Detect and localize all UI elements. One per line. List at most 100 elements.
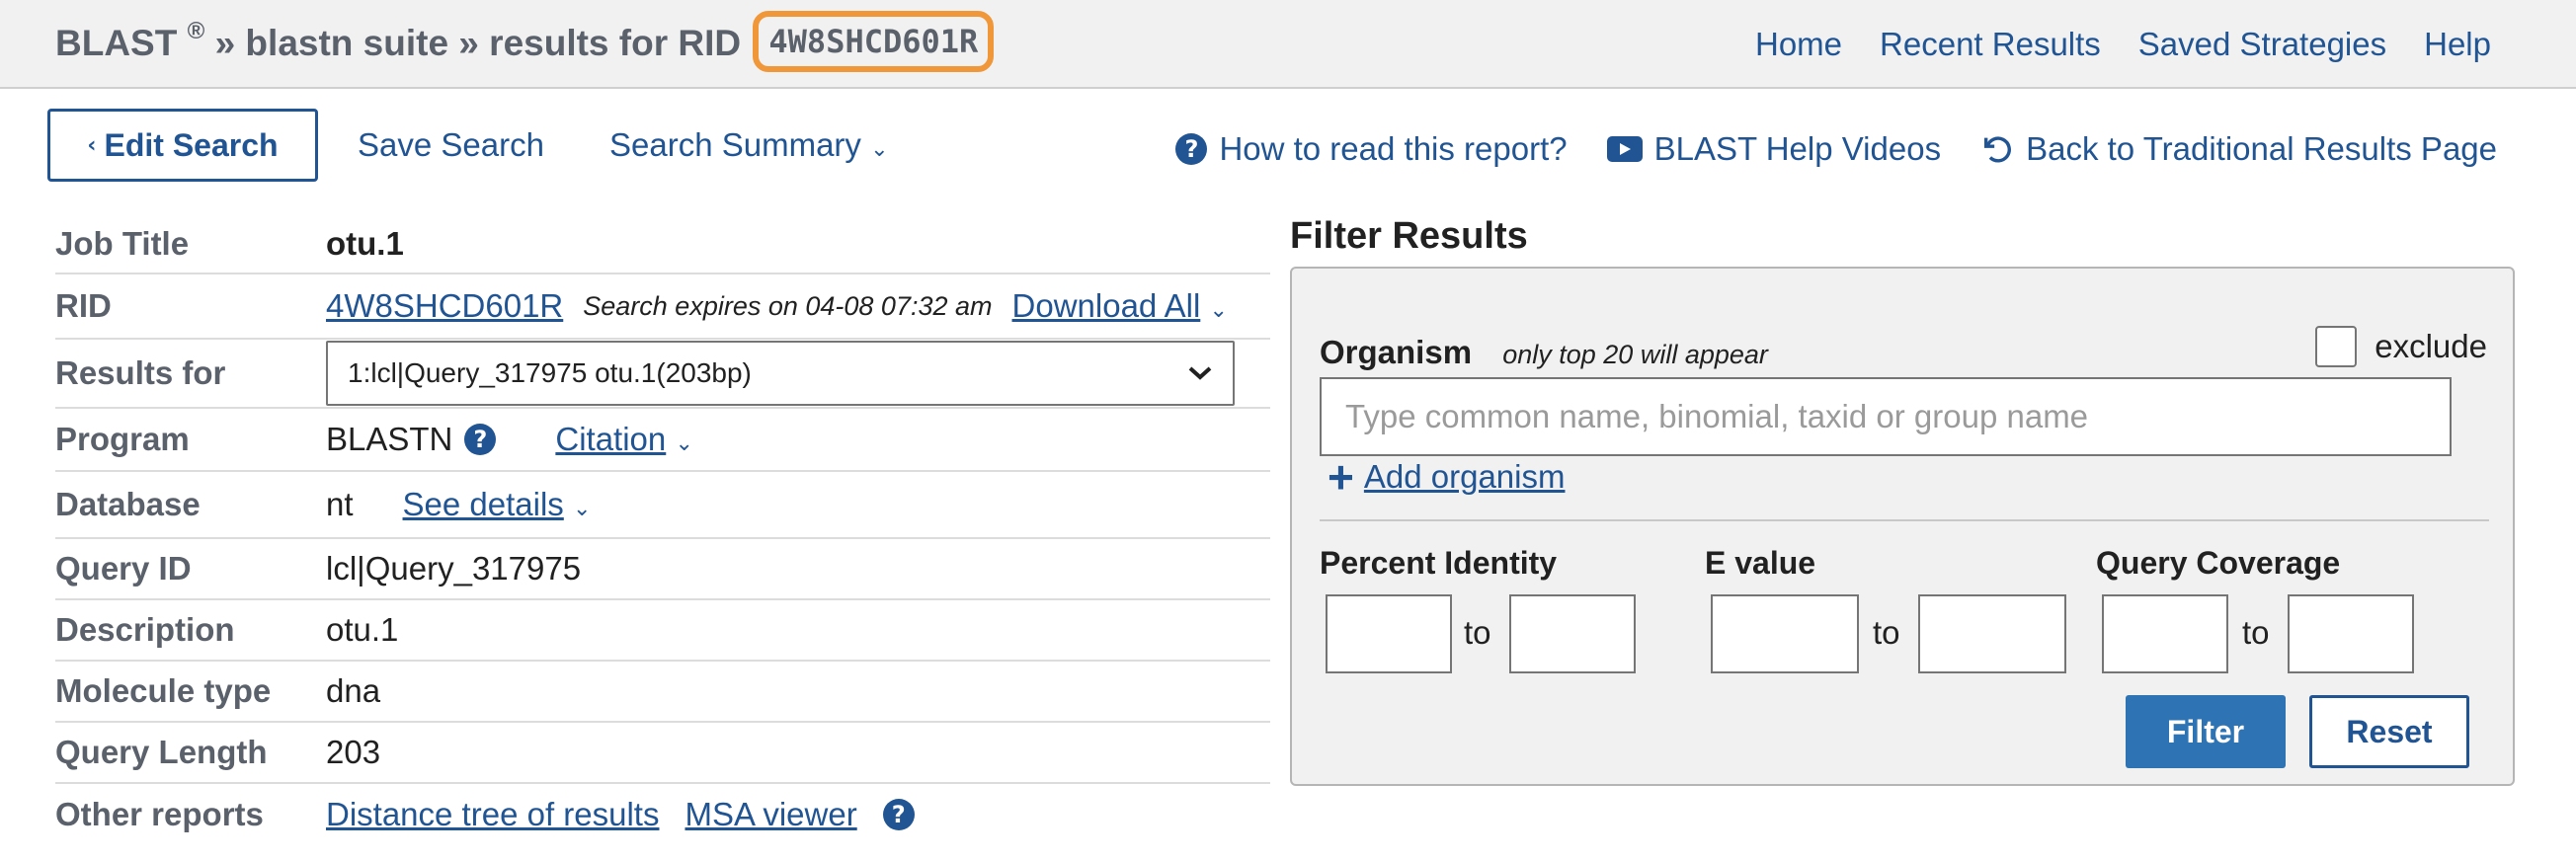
organism-label-group: Organism only top 20 will appear [1320, 334, 1768, 371]
organism-input[interactable]: Type common name, binomial, taxid or gro… [1320, 377, 2452, 456]
divider [1320, 519, 2489, 521]
chevron-down-icon: ⌄ [1209, 298, 1228, 323]
breadcrumb: BLAST ® » blastn suite » results for RID… [55, 11, 995, 75]
job-title-label: Job Title [55, 225, 190, 262]
database-value: nt [326, 486, 354, 522]
query-length-value: 203 [326, 734, 381, 770]
rid-label: RID [55, 287, 112, 324]
add-organism-label: Add organism [1363, 458, 1566, 495]
edit-search-button[interactable]: ‹ Edit Search [47, 109, 318, 182]
database-label: Database [55, 486, 201, 522]
chevron-down-icon: ⌄ [870, 137, 889, 162]
job-title-value: otu.1 [326, 225, 404, 262]
how-to-read-link[interactable]: ? How to read this report? [1175, 130, 1568, 168]
exclude-checkbox[interactable] [2315, 326, 2358, 367]
top-bar: BLAST ® » blastn suite » results for RID… [0, 0, 2576, 89]
plus-icon: + [1328, 451, 1354, 503]
search-summary-dropdown[interactable]: Search Summary ⌄ [609, 126, 889, 164]
description-value: otu.1 [326, 611, 399, 648]
organism-label: Organism [1320, 334, 1473, 370]
exclude-label: exclude [2375, 328, 2487, 364]
edit-search-label: Edit Search [104, 126, 279, 163]
question-icon[interactable]: ? [882, 799, 915, 830]
rid-expires: Search expires on 04-08 07:32 am [583, 290, 993, 321]
e-value-min-input[interactable] [1711, 594, 1859, 673]
filter-panel: Organism only top 20 will appear exclude… [1290, 267, 2515, 786]
row-results-for: Results for 1:lcl|Query_317975 otu.1(203… [55, 340, 1270, 409]
registered-mark: ® [187, 17, 205, 44]
e-value-to: to [1873, 614, 1900, 651]
search-summary-label: Search Summary [609, 126, 861, 163]
nav-saved-strategies[interactable]: Saved Strategies [2138, 26, 2386, 63]
program-value-group: BLASTN ? Citation ⌄ [326, 421, 693, 458]
query-coverage-max-input[interactable] [2288, 594, 2414, 673]
download-all-label: Download All [1011, 287, 1201, 324]
brand-name: BLAST [55, 23, 178, 63]
row-program: Program BLASTN ? Citation ⌄ [55, 409, 1270, 472]
breadcrumb-suite: » blastn suite » results for RID [214, 23, 752, 63]
query-id-value: lcl|Query_317975 [326, 550, 582, 587]
other-reports-label: Other reports [55, 796, 264, 832]
row-job-title: Job Title otu.1 [55, 215, 1270, 274]
row-database: Database nt See details ⌄ [55, 472, 1270, 539]
chevron-down-icon: ⌄ [675, 431, 693, 456]
back-traditional-label: Back to Traditional Results Page [2026, 130, 2497, 167]
msa-viewer-link[interactable]: MSA viewer [684, 796, 856, 833]
filter-button[interactable]: Filter [2126, 695, 2286, 768]
e-value-label: E value [1705, 545, 1816, 581]
row-query-id: Query ID lcl|Query_317975 [55, 539, 1270, 600]
database-value-group: nt See details ⌄ [326, 486, 591, 523]
query-id-label: Query ID [55, 550, 192, 587]
download-all-dropdown[interactable]: Download All ⌄ [1012, 287, 1228, 325]
save-search-link[interactable]: Save Search [358, 126, 544, 164]
percent-identity-to: to [1464, 614, 1491, 651]
molecule-type-value: dna [326, 672, 381, 709]
molecule-type-label: Molecule type [55, 672, 272, 709]
question-icon: ? [1175, 133, 1208, 165]
reset-button[interactable]: Reset [2309, 695, 2469, 768]
percent-identity-label: Percent Identity [1320, 545, 1558, 581]
description-label: Description [55, 611, 235, 648]
program-value: BLASTN [326, 421, 453, 457]
results-for-label: Results for [55, 354, 226, 391]
citation-label: Citation [555, 421, 667, 457]
help-videos-label: BLAST Help Videos [1653, 130, 1942, 167]
rid-highlight: 4W8SHCD601R [753, 11, 995, 72]
nav-help[interactable]: Help [2424, 26, 2491, 63]
percent-identity-min-input[interactable] [1326, 594, 1452, 673]
query-coverage-to: to [2242, 614, 2270, 651]
how-to-read-label: How to read this report? [1219, 130, 1568, 167]
query-coverage-min-input[interactable] [2102, 594, 2228, 673]
organism-placeholder: Type common name, binomial, taxid or gro… [1345, 398, 2089, 434]
e-value-max-input[interactable] [1918, 594, 2066, 673]
results-for-select[interactable]: 1:lcl|Query_317975 otu.1(203bp) [326, 341, 1235, 406]
back-traditional-link[interactable]: Back to Traditional Results Page [1980, 130, 2497, 168]
help-videos-link[interactable]: BLAST Help Videos [1606, 130, 1942, 168]
program-label: Program [55, 421, 190, 457]
percent-identity-max-input[interactable] [1509, 594, 1636, 673]
top-nav: Home Recent Results Saved Strategies Hel… [1755, 26, 2491, 63]
question-icon[interactable]: ? [464, 424, 497, 455]
distance-tree-link[interactable]: Distance tree of results [326, 796, 659, 833]
see-details-dropdown[interactable]: See details ⌄ [403, 486, 592, 523]
chevron-left-icon: ‹ [87, 132, 97, 158]
filter-results-title: Filter Results [1290, 215, 1528, 257]
add-organism-link[interactable]: + Add organism [1328, 454, 1565, 500]
organism-note: only top 20 will appear [1502, 340, 1768, 369]
rid-value-group: 4W8SHCD601R Search expires on 04-08 07:3… [326, 287, 1228, 325]
other-reports-group: Distance tree of results MSA viewer ? [326, 796, 915, 833]
video-icon [1606, 136, 1643, 162]
exclude-group: exclude [2315, 326, 2487, 367]
chevron-down-icon: ⌄ [572, 497, 592, 521]
row-rid: RID 4W8SHCD601R Search expires on 04-08 … [55, 274, 1270, 340]
help-links: ? How to read this report? BLAST Help Vi… [1175, 130, 2497, 168]
citation-dropdown[interactable]: Citation ⌄ [555, 421, 693, 458]
nav-recent-results[interactable]: Recent Results [1880, 26, 2101, 63]
rid-link[interactable]: 4W8SHCD601R [326, 287, 563, 325]
results-for-value: 1:lcl|Query_317975 otu.1(203bp) [348, 357, 752, 388]
row-molecule-type: Molecule type dna [55, 662, 1270, 723]
query-length-label: Query Length [55, 734, 268, 770]
row-query-length: Query Length 203 [55, 723, 1270, 784]
nav-home[interactable]: Home [1755, 26, 1842, 63]
row-other-reports: Other reports Distance tree of results M… [55, 784, 1270, 845]
